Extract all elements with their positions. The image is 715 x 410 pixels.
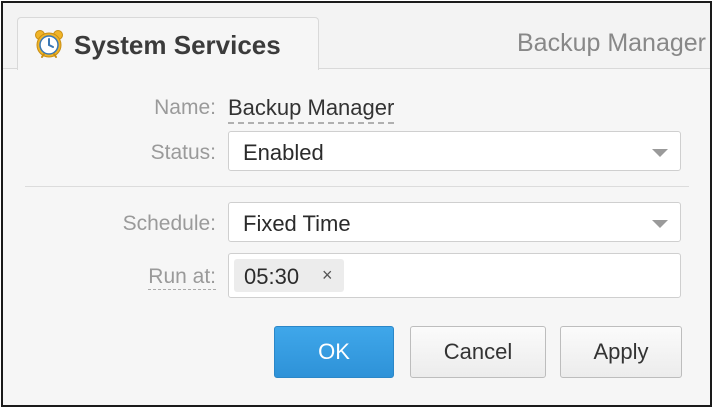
status-label: Status:: [150, 141, 216, 164]
schedule-select[interactable]: Fixed Time: [228, 202, 681, 242]
time-tag: 05:30 ×: [234, 259, 344, 292]
schedule-select-value: Fixed Time: [243, 211, 351, 236]
tab-title: System Services: [74, 30, 281, 60]
name-value[interactable]: Backup Manager: [228, 95, 395, 124]
chevron-down-icon: [652, 220, 668, 228]
cancel-button[interactable]: Cancel: [410, 326, 546, 378]
context-title: Backup Manager: [516, 29, 706, 57]
time-tag-text: 05:30: [244, 264, 300, 289]
section-divider: [25, 186, 689, 187]
tab-system-services[interactable]: System Services: [17, 17, 319, 70]
apply-button[interactable]: Apply: [560, 326, 682, 378]
run-at-input[interactable]: 05:30 ×: [228, 253, 681, 298]
chevron-down-icon: [652, 149, 668, 157]
status-select-value: Enabled: [243, 140, 324, 165]
close-icon[interactable]: ×: [322, 265, 333, 286]
dialog-header: System Services Backup Manager: [3, 3, 710, 70]
dialog-window: System Services Backup Manager Name: Bac…: [1, 1, 712, 407]
ok-button[interactable]: OK: [274, 326, 394, 378]
name-label: Name:: [154, 96, 216, 119]
status-select[interactable]: Enabled: [228, 131, 681, 171]
schedule-label: Schedule:: [122, 212, 216, 235]
alarm-clock-icon: [35, 30, 63, 58]
run-at-label[interactable]: Run at:: [148, 265, 216, 290]
